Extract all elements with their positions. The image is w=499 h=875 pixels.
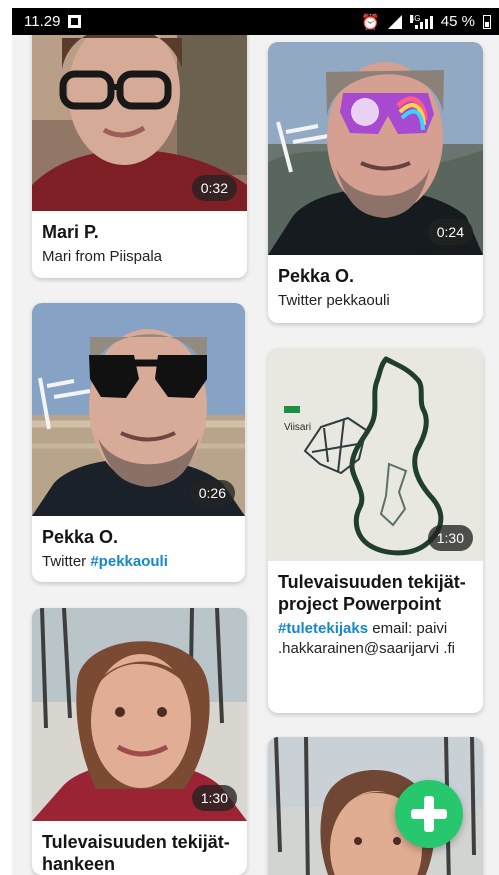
notification-icon: [68, 15, 82, 28]
video-feed: 0:32 Mari P. Mari from Piispala 0:24 Pek…: [12, 35, 499, 875]
card-body: Tulevaisuuden tekijät-hankeen: [32, 821, 247, 875]
card-description: Twitter #pekkaouli: [42, 552, 235, 572]
status-left: 11.29: [24, 13, 82, 30]
description-prefix: Twitter: [42, 553, 91, 570]
duration-badge: 0:32: [191, 175, 237, 201]
video-card[interactable]: Viisari 1:30 Tulevaisuuden tekijät-proje…: [268, 348, 483, 713]
video-card[interactable]: 0:26 Pekka O. Twitter #pekkaouli: [32, 303, 245, 582]
video-thumbnail[interactable]: 1:30: [32, 608, 247, 821]
add-video-button[interactable]: [395, 780, 463, 848]
map-label: Viisari: [284, 422, 311, 433]
battery-percent: 45 %: [440, 13, 475, 30]
hashtag-link[interactable]: #tuletekijaks: [278, 620, 368, 637]
card-title: Tulevaisuuden tekijät-hankeen: [42, 832, 230, 874]
mobile-network-icon: 4G: [409, 14, 433, 29]
video-card[interactable]: 0:32 Mari P. Mari from Piispala: [32, 35, 247, 278]
video-thumbnail[interactable]: 0:26: [32, 303, 245, 516]
plus-icon: [395, 780, 463, 848]
duration-badge: 0:24: [427, 219, 473, 245]
duration-badge: 0:26: [189, 480, 235, 506]
video-thumbnail[interactable]: 0:24: [268, 42, 483, 255]
duration-badge: 1:30: [191, 785, 237, 811]
hashtag-link[interactable]: #pekkaouli: [90, 553, 168, 570]
card-body: Pekka O. Twitter pekkaouli: [268, 255, 483, 323]
video-thumbnail[interactable]: Viisari 1:30: [268, 348, 483, 561]
status-right: ⏰ 4G 45 %: [361, 13, 491, 31]
card-title: Mari P.: [42, 222, 99, 242]
signal-icon: [387, 14, 402, 29]
card-body: Mari P. Mari from Piispala: [32, 211, 247, 278]
video-card[interactable]: 1:30 Tulevaisuuden tekijät-hankeen: [32, 608, 247, 875]
video-card[interactable]: 0:24 Pekka O. Twitter pekkaouli: [268, 42, 483, 323]
card-description: Mari from Piispala: [42, 248, 163, 265]
card-body: Tulevaisuuden tekijät-project Powerpoint…: [268, 561, 483, 671]
card-title: Pekka O.: [42, 527, 119, 547]
app-screen: 11.29 ⏰ 4G 45 % 0:32 Mari P. Mari from P…: [0, 0, 499, 875]
network-badge: 4G: [409, 14, 421, 23]
card-body: Pekka O. Twitter #pekkaouli: [32, 516, 245, 582]
card-description: Twitter pekkaouli: [278, 292, 390, 309]
duration-badge: 1:30: [427, 525, 473, 551]
battery-icon: [483, 14, 491, 29]
video-thumbnail[interactable]: 0:32: [32, 35, 247, 211]
card-title: Tulevaisuuden tekijät-project Powerpoint: [278, 572, 466, 614]
status-time: 11.29: [24, 13, 61, 30]
status-bar: 11.29 ⏰ 4G 45 %: [12, 8, 499, 35]
alarm-icon: ⏰: [361, 13, 380, 31]
card-title: Pekka O.: [278, 266, 355, 286]
card-description: #tuletekijaks email: paivi .hakkarainen@…: [278, 619, 473, 659]
